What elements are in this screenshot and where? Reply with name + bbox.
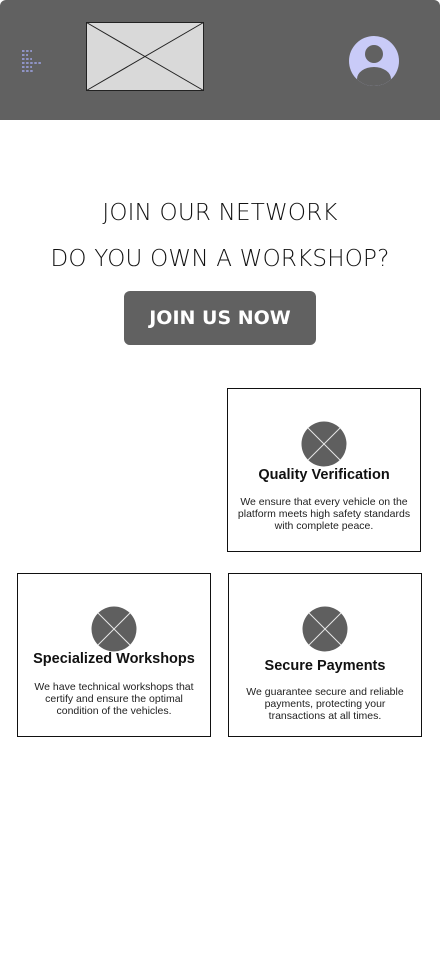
feature-card-quality-verification: Quality Verification We ensure that ever… bbox=[227, 388, 421, 552]
join-us-button[interactable]: JOIN US NOW bbox=[124, 291, 316, 345]
image-placeholder-icon bbox=[91, 606, 137, 652]
hamburger-menu-icon[interactable] bbox=[18, 46, 50, 78]
hero-title: JOIN OUR NETWORK bbox=[102, 200, 338, 226]
feature-description: We have technical workshops that certify… bbox=[34, 681, 194, 717]
image-placeholder-icon bbox=[301, 421, 347, 467]
image-placeholder-icon bbox=[302, 606, 348, 652]
logo-placeholder-icon bbox=[86, 22, 204, 91]
feature-title: Specialized Workshops bbox=[33, 651, 195, 667]
feature-description: We guarantee secure and reliable payment… bbox=[246, 686, 404, 722]
feature-description: We ensure that every vehicle on the plat… bbox=[237, 496, 411, 532]
hero-subtitle: DO YOU OWN A WORKSHOP? bbox=[50, 246, 390, 272]
user-avatar-icon[interactable] bbox=[348, 35, 400, 87]
feature-title: Secure Payments bbox=[264, 658, 386, 674]
feature-card-specialized-workshops: Specialized Workshops We have technical … bbox=[17, 573, 211, 737]
feature-title: Quality Verification bbox=[258, 467, 390, 483]
feature-card-secure-payments: Secure Payments We guarantee secure and … bbox=[228, 573, 422, 737]
app-header bbox=[0, 0, 440, 120]
